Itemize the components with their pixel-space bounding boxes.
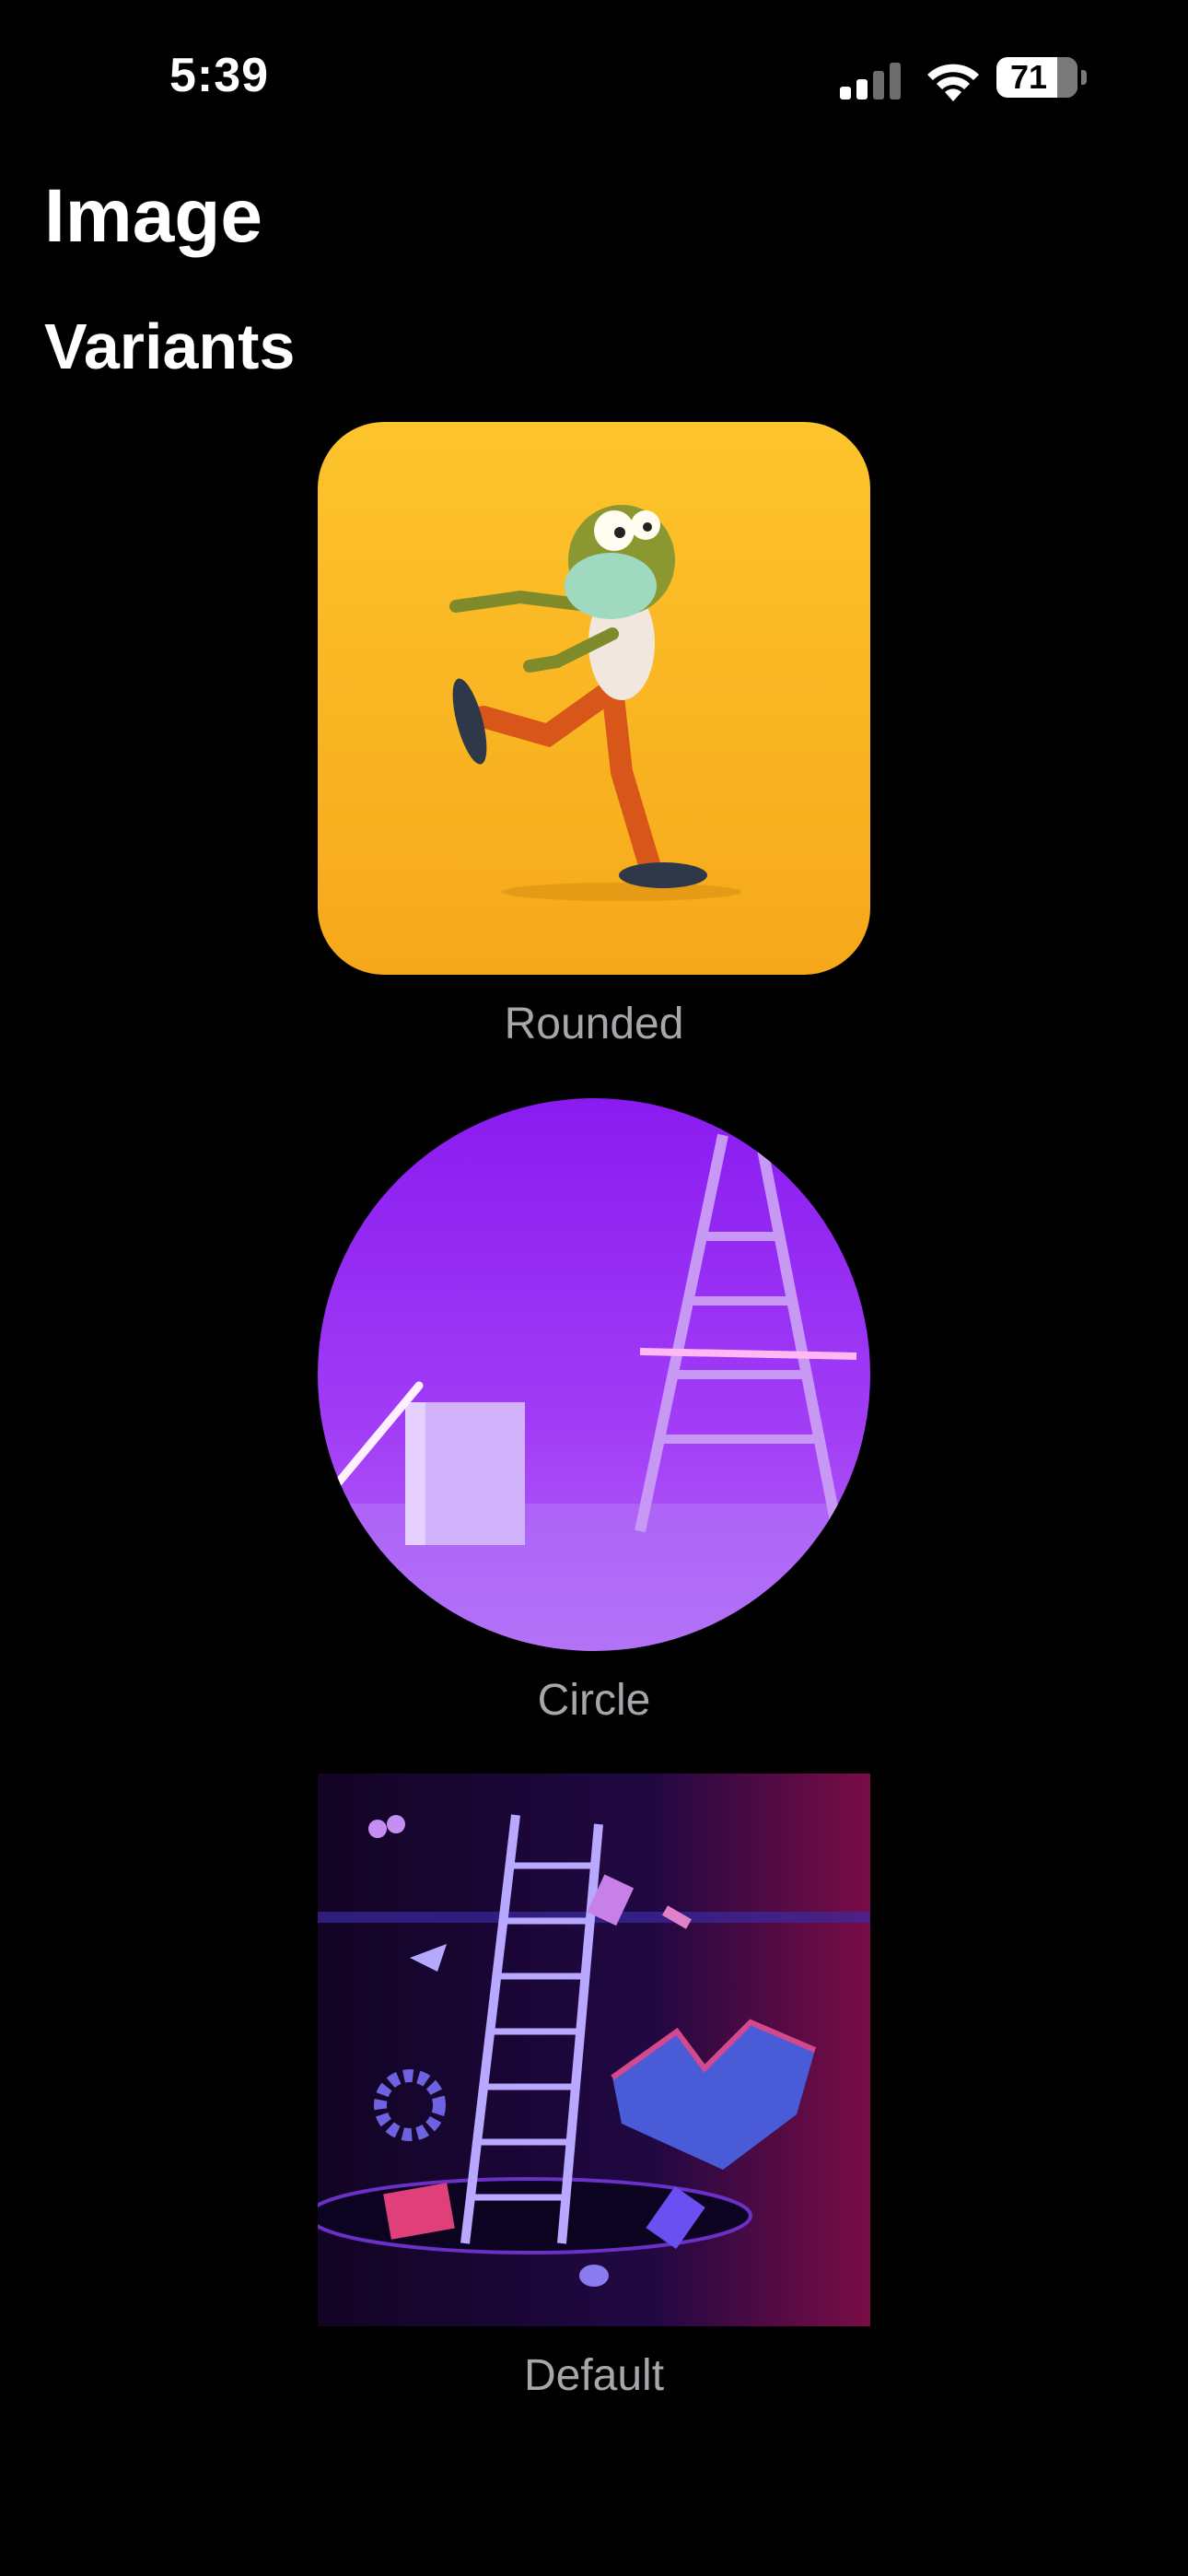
status-bar: 5:39 71 — [0, 0, 1188, 157]
floating-objects-ladder-scene — [318, 1774, 870, 2326]
rounded-caption: Rounded — [504, 1000, 684, 1048]
page-title: Image — [44, 174, 262, 258]
status-icons: 71 — [840, 55, 1089, 103]
rounded-image — [318, 422, 870, 975]
circle-caption: Circle — [537, 1676, 651, 1725]
status-time: 5:39 — [169, 49, 270, 102]
signal-icon — [840, 63, 901, 100]
purple-ladder-neon-scene — [318, 1098, 870, 1651]
zombie-character-illustration — [318, 422, 870, 975]
section-title: Variants — [44, 310, 296, 382]
battery-level: 71 — [1009, 58, 1048, 96]
default-image — [318, 1774, 870, 2326]
circle-image — [318, 1098, 870, 1651]
wifi-icon — [927, 64, 979, 101]
default-caption: Default — [523, 2351, 665, 2400]
